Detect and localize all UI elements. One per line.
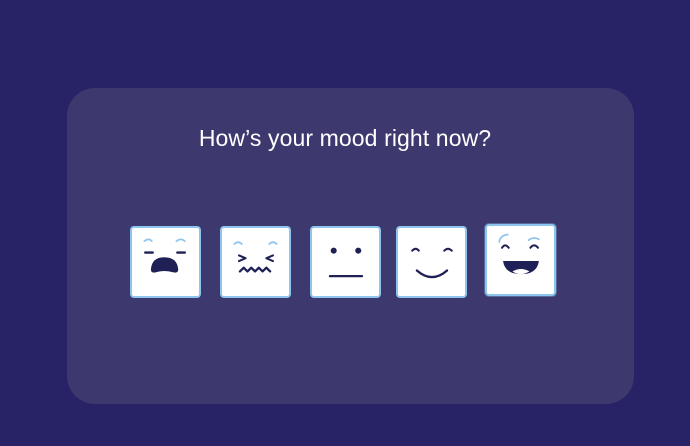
winking-laughing-face-icon: [498, 233, 540, 275]
distressed-face-icon: [233, 241, 278, 273]
mood-option-terrified[interactable]: [130, 226, 201, 298]
mood-option-ecstatic[interactable]: [485, 224, 556, 296]
terrified-face-icon: [143, 238, 186, 273]
mood-question: How’s your mood right now?: [198, 125, 492, 151]
neutral-face-icon: [328, 247, 364, 278]
mood-option-neutral[interactable]: [310, 226, 381, 298]
mood-option-happy[interactable]: [396, 226, 467, 298]
mood-option-distressed[interactable]: [220, 226, 291, 298]
smiling-face-icon: [411, 247, 453, 279]
